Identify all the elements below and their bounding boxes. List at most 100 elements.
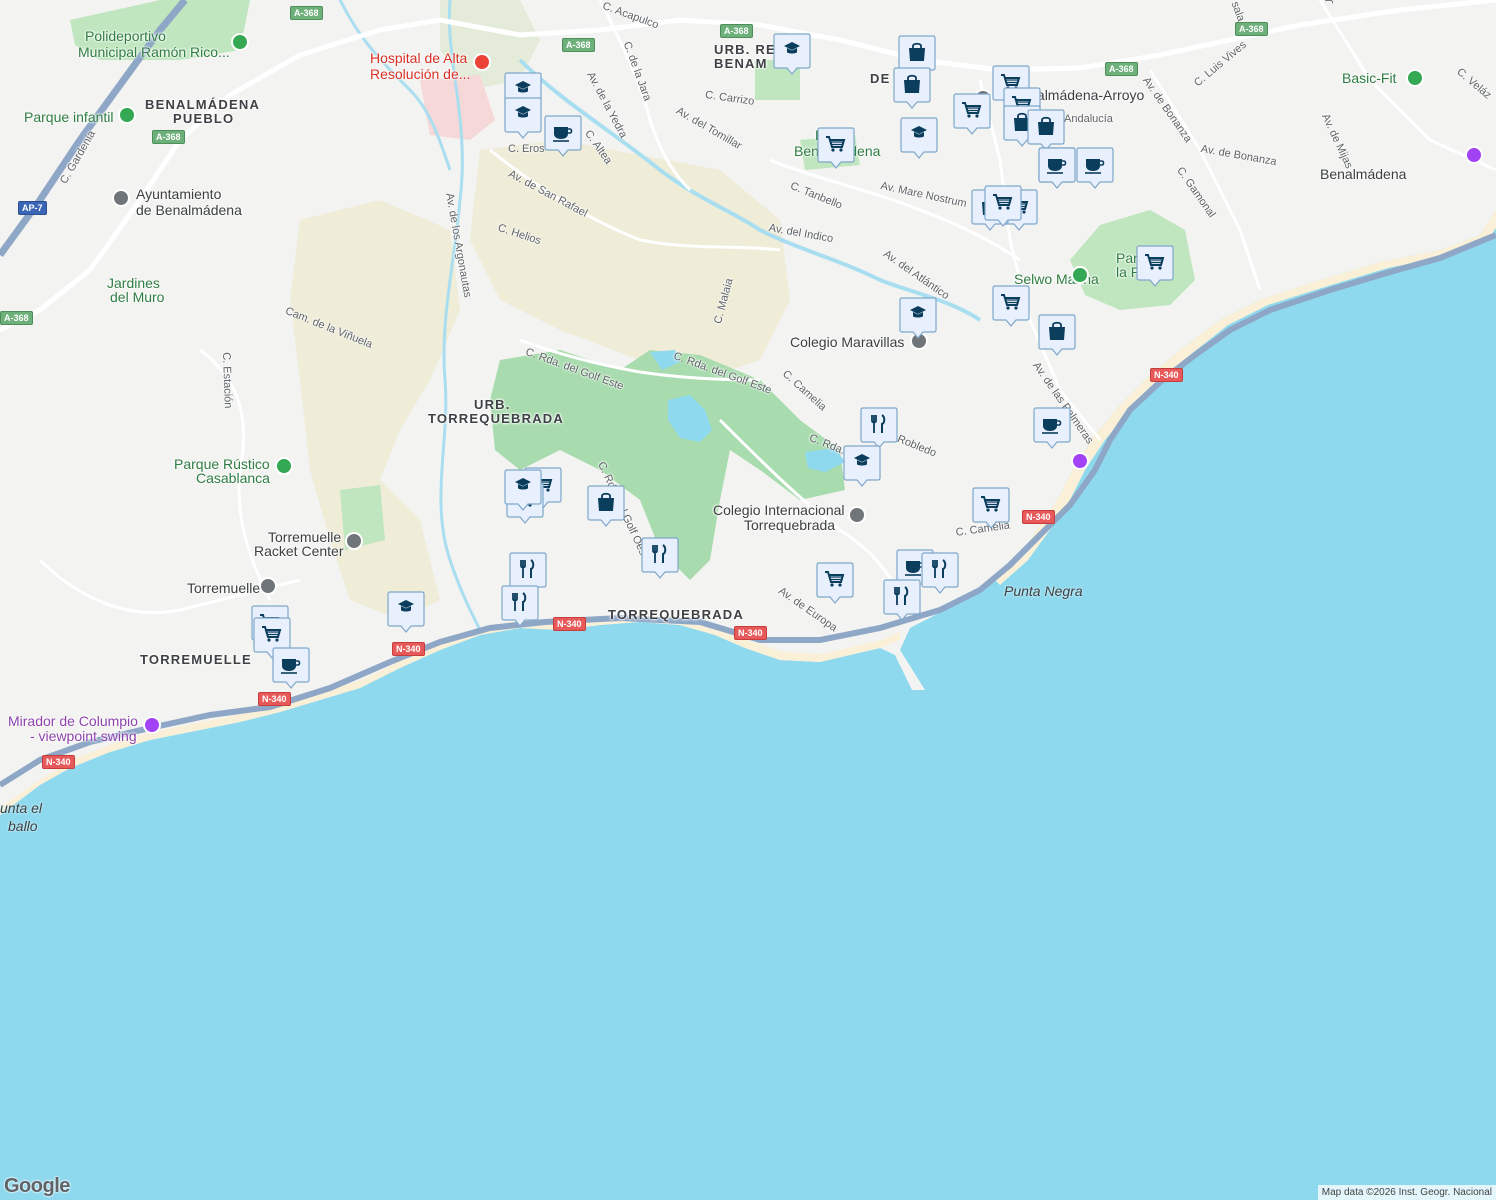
colegio-int-marker-icon[interactable] xyxy=(848,506,866,524)
school-icon xyxy=(504,97,542,139)
cafe-icon xyxy=(1033,407,1071,449)
road-shield-n340-3: N-340 xyxy=(42,755,75,769)
road-shield-n340-1: N-340 xyxy=(392,642,425,656)
label-mirador-2[interactable]: - viewpoint swing xyxy=(30,728,137,744)
label-benalmadena-pueblo-2: PUEBLO xyxy=(173,111,235,126)
poi-pin-restaurant[interactable] xyxy=(921,551,959,595)
label-jardines-2[interactable]: del Muro xyxy=(110,289,164,305)
label-basic-fit[interactable]: Basic-Fit xyxy=(1342,70,1396,86)
school-icon xyxy=(773,33,811,75)
label-torremuelle-station[interactable]: Torremuelle xyxy=(187,580,260,596)
label-colegio-int-2[interactable]: Torrequebrada xyxy=(744,517,835,533)
parque-infantil-marker-icon[interactable] xyxy=(118,106,136,124)
poi-pin-grocery[interactable] xyxy=(817,126,855,170)
cafe-icon xyxy=(1076,147,1114,189)
label-colegio-maravillas[interactable]: Colegio Maravillas xyxy=(790,334,904,350)
road-shield-n340-4: N-340 xyxy=(553,617,586,631)
poi-pin-grocery[interactable] xyxy=(984,184,1022,228)
school-icon xyxy=(504,469,542,511)
poi-pin-restaurant[interactable] xyxy=(641,536,679,580)
map-base-layer xyxy=(0,0,1496,815)
label-torrequebrada: TORREQUEBRADA xyxy=(608,607,744,622)
poi-pin-cafe[interactable] xyxy=(1038,146,1076,190)
poi-pin-shopping[interactable] xyxy=(587,484,625,528)
racket-marker-icon[interactable] xyxy=(345,532,363,550)
label-hospital-1[interactable]: Hospital de Alta xyxy=(370,50,467,66)
poi-pin-school[interactable] xyxy=(504,468,542,512)
shopping-cart-icon xyxy=(816,562,854,604)
road-shield-a368-1: A-368 xyxy=(290,6,323,20)
poi-pin-school[interactable] xyxy=(504,96,542,140)
road-shield-n340-7: N-340 xyxy=(1150,368,1183,382)
station-marker-icon[interactable] xyxy=(259,577,277,595)
school-icon xyxy=(900,117,938,159)
poi-pin-cafe[interactable] xyxy=(544,114,582,158)
poi-pin-school[interactable] xyxy=(900,116,938,160)
label-c-estacion: C. Estación xyxy=(220,352,234,409)
poi-pin-cafe[interactable] xyxy=(272,646,310,690)
label-ayuntamiento-2[interactable]: de Benalmádena xyxy=(136,202,242,218)
parque-rustico-marker-icon[interactable] xyxy=(275,457,293,475)
label-racket-2[interactable]: Racket Center xyxy=(254,543,343,559)
mirador-marker-icon[interactable] xyxy=(143,716,161,734)
poi-pin-school[interactable] xyxy=(899,296,937,340)
road-shield-a368-5: A-368 xyxy=(1105,62,1138,76)
basic-fit-marker-icon[interactable] xyxy=(1406,69,1424,87)
label-punta-negra: Punta Negra xyxy=(1004,583,1083,599)
poi-pin-restaurant[interactable] xyxy=(883,578,921,622)
poi-pin-school[interactable] xyxy=(387,590,425,634)
google-logo[interactable]: Google xyxy=(4,1175,70,1198)
polideportivo-marker-icon[interactable] xyxy=(231,33,249,51)
label-colegio-int-1[interactable]: Colegio Internacional xyxy=(713,502,845,518)
label-mirador-1[interactable]: Mirador de Columpio xyxy=(8,713,138,729)
poi-pin-shopping[interactable] xyxy=(1038,313,1076,357)
label-urb-torrequebrada-2: TORREQUEBRADA xyxy=(428,411,564,426)
camera-2-marker-icon[interactable] xyxy=(1071,452,1089,470)
label-andalucia: Andalucía xyxy=(1064,113,1113,125)
selwo-marker-icon[interactable] xyxy=(1071,266,1089,284)
label-urb-re: URB. RE xyxy=(714,42,776,57)
restaurant-icon xyxy=(501,585,539,627)
shopping-bag-icon xyxy=(893,67,931,109)
label-hospital-2[interactable]: Resolución de... xyxy=(370,66,470,82)
label-ayuntamiento-1[interactable]: Ayuntamiento xyxy=(136,186,221,202)
road-shield-a368-7: A-368 xyxy=(0,311,33,325)
shopping-cart-icon xyxy=(1136,245,1174,287)
camera-1-marker-icon[interactable] xyxy=(1465,146,1483,164)
road-shield-a368-6: A-368 xyxy=(1235,22,1268,36)
map-attribution[interactable]: Map data ©2026 Inst. Geogr. Nacional xyxy=(1317,1185,1496,1200)
road-shield-a368-2: A-368 xyxy=(152,130,185,144)
poi-pin-school[interactable] xyxy=(773,32,811,76)
label-benam: BENAM xyxy=(714,56,768,71)
poi-pin-grocery[interactable] xyxy=(953,92,991,136)
label-de-fael: DE xyxy=(870,71,891,86)
label-c-eros: C. Eros xyxy=(508,143,545,155)
label-punta-el-2: ballo xyxy=(8,818,38,834)
poi-pin-grocery[interactable] xyxy=(992,284,1030,328)
poi-pin-grocery[interactable] xyxy=(1136,244,1174,288)
poi-pin-shopping[interactable] xyxy=(893,66,931,110)
road-shield-n340-6: N-340 xyxy=(1022,510,1055,524)
cafe-icon xyxy=(272,647,310,689)
map-canvas[interactable]: BENALMÁDENA PUEBLO URB. TORREQUEBRADA TORREQ… xyxy=(0,0,1496,1200)
poi-pin-grocery[interactable] xyxy=(816,561,854,605)
poi-pin-restaurant[interactable] xyxy=(501,584,539,628)
label-parque-infantil[interactable]: Parque infantil xyxy=(24,109,114,125)
poi-pin-cafe[interactable] xyxy=(1033,406,1071,450)
label-parque-rustico-2[interactable]: Casablanca xyxy=(196,470,270,486)
road-shield-a368-3: A-368 xyxy=(562,38,595,52)
poi-pin-school[interactable] xyxy=(843,444,881,488)
label-punta-el-1: unta el xyxy=(0,800,43,816)
cafe-icon xyxy=(1038,147,1076,189)
shopping-cart-icon xyxy=(817,127,855,169)
hospital-marker-icon[interactable] xyxy=(473,53,491,71)
poi-pin-cafe[interactable] xyxy=(1076,146,1114,190)
restaurant-icon xyxy=(921,552,959,594)
ayuntamiento-marker-icon[interactable] xyxy=(112,189,130,207)
shopping-bag-icon xyxy=(1038,314,1076,356)
label-polideportivo-2[interactable]: Municipal Ramón Rico... xyxy=(78,44,230,60)
poi-pin-grocery[interactable] xyxy=(972,486,1010,530)
school-icon xyxy=(387,591,425,633)
road-shield-n340-2: N-340 xyxy=(258,692,291,706)
label-polideportivo-1[interactable]: Polideportivo xyxy=(85,28,166,44)
